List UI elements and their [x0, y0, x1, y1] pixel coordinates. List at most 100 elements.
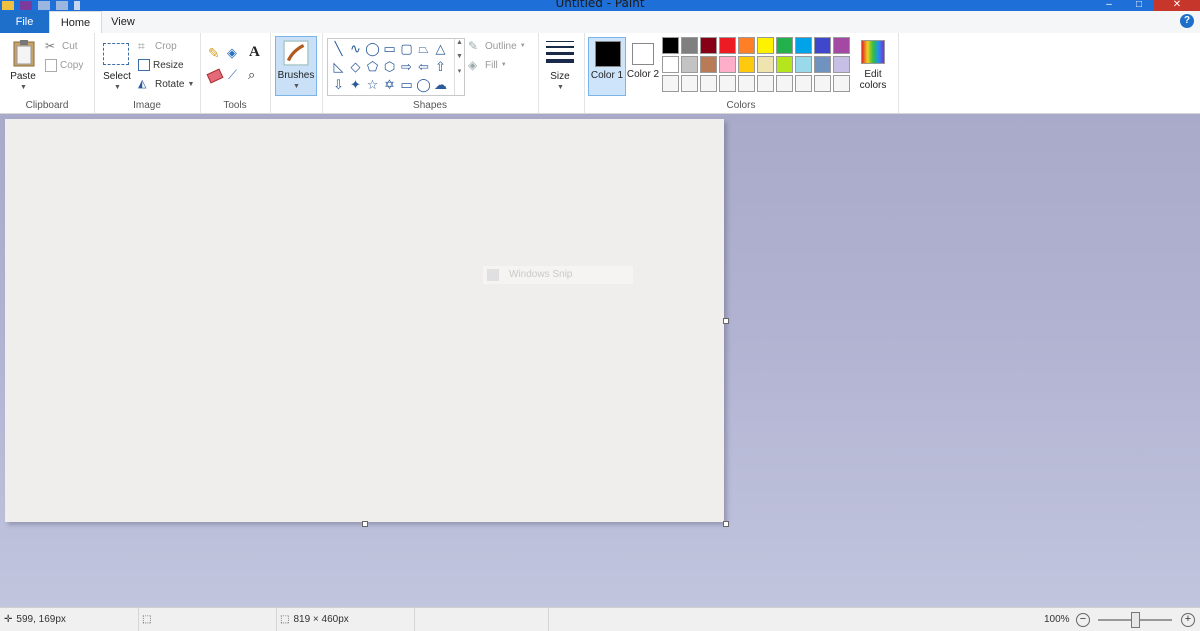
- resize-handle-right[interactable]: [723, 318, 729, 324]
- palette-swatch[interactable]: [662, 37, 679, 54]
- polygon-shape-icon[interactable]: ⏢: [415, 41, 432, 59]
- drawing-canvas[interactable]: Windows Snip: [5, 119, 724, 522]
- size-button[interactable]: Size ▼: [541, 36, 579, 94]
- outline-label: Outline: [485, 40, 517, 52]
- palette-swatch[interactable]: [833, 75, 850, 92]
- cut-button[interactable]: ✂ Cut: [45, 37, 78, 55]
- shapes-scroll[interactable]: ▲ ▼ ▾: [454, 39, 464, 95]
- crop-button[interactable]: ⌗ Crop: [138, 37, 177, 55]
- palette-swatch[interactable]: [776, 56, 793, 73]
- palette-swatch[interactable]: [814, 75, 831, 92]
- palette-swatch[interactable]: [738, 56, 755, 73]
- fill-button[interactable]: ◈ Fill ▼: [468, 56, 507, 74]
- resize-handle-corner[interactable]: [723, 521, 729, 527]
- rounded-callout-shape-icon[interactable]: ▭: [398, 77, 415, 95]
- palette-swatch[interactable]: [719, 37, 736, 54]
- palette-swatch[interactable]: [700, 75, 717, 92]
- edit-colors-button[interactable]: Edit colors: [855, 37, 891, 94]
- crop-label: Crop: [155, 40, 177, 52]
- diamond-shape-icon[interactable]: ◇: [347, 59, 364, 77]
- outline-dropdown-icon: ▼: [519, 43, 526, 49]
- fill-bucket-icon[interactable]: ◈: [227, 45, 237, 61]
- six-point-star-shape-icon[interactable]: ✡: [381, 77, 398, 95]
- palette-swatch[interactable]: [719, 75, 736, 92]
- color-picker-icon[interactable]: ⟋: [228, 67, 237, 83]
- five-point-star-shape-icon[interactable]: ☆: [364, 77, 381, 95]
- palette-swatch[interactable]: [833, 37, 850, 54]
- palette-swatch[interactable]: [757, 75, 774, 92]
- four-point-star-shape-icon[interactable]: ✦: [347, 77, 364, 95]
- magnifier-icon[interactable]: ⌕: [248, 67, 255, 83]
- select-dropdown-icon[interactable]: ▼: [114, 84, 121, 91]
- zoom-slider-thumb[interactable]: [1131, 612, 1140, 628]
- rounded-rectangle-shape-icon[interactable]: ▢: [398, 41, 415, 59]
- clipboard-group: Paste ▼ ✂ Cut Copy Clipboard: [0, 33, 95, 113]
- palette-swatch[interactable]: [814, 37, 831, 54]
- text-tool-icon[interactable]: A: [249, 44, 260, 61]
- maximize-button[interactable]: □: [1124, 0, 1154, 11]
- oval-callout-shape-icon[interactable]: ◯: [415, 77, 432, 95]
- close-button[interactable]: ✕: [1154, 0, 1200, 11]
- zoom-out-button[interactable]: −: [1076, 613, 1090, 627]
- palette-swatch[interactable]: [681, 56, 698, 73]
- color2-button[interactable]: Color 2: [626, 37, 660, 94]
- copy-button[interactable]: Copy: [45, 56, 83, 74]
- color1-button[interactable]: Color 1: [588, 37, 626, 96]
- right-triangle-shape-icon[interactable]: ◺: [330, 59, 347, 77]
- palette-swatch[interactable]: [662, 56, 679, 73]
- tools-group: ✎ ◈ A ⟋ ⌕ Tools: [200, 33, 271, 113]
- palette-swatch[interactable]: [719, 56, 736, 73]
- palette-swatch[interactable]: [757, 56, 774, 73]
- palette-swatch[interactable]: [776, 37, 793, 54]
- window-title: Untitled - Paint: [555, 0, 645, 10]
- rectangle-shape-icon[interactable]: ▭: [381, 41, 398, 59]
- cloud-callout-shape-icon[interactable]: ☁: [432, 77, 449, 95]
- zoom-in-button[interactable]: +: [1181, 613, 1195, 627]
- palette-swatch[interactable]: [681, 37, 698, 54]
- palette-swatch[interactable]: [776, 75, 793, 92]
- tab-view[interactable]: View: [100, 11, 146, 33]
- tab-home[interactable]: Home: [49, 11, 102, 35]
- fill-icon: ◈: [468, 58, 478, 72]
- palette-swatch[interactable]: [738, 75, 755, 92]
- palette-swatch[interactable]: [814, 56, 831, 73]
- eraser-icon[interactable]: [206, 68, 224, 84]
- triangle-shape-icon[interactable]: △: [432, 41, 449, 59]
- color2-label: Color 2: [626, 69, 660, 80]
- right-arrow-shape-icon[interactable]: ⇨: [398, 59, 415, 77]
- edit-colors-icon: [861, 40, 885, 64]
- palette-swatch[interactable]: [738, 37, 755, 54]
- palette-swatch[interactable]: [795, 75, 812, 92]
- resize-button[interactable]: Resize: [138, 56, 184, 74]
- help-icon[interactable]: ?: [1180, 14, 1194, 28]
- palette-swatch[interactable]: [662, 75, 679, 92]
- pencil-icon[interactable]: ✎: [208, 45, 220, 62]
- oval-shape-icon[interactable]: ◯: [364, 41, 381, 59]
- curve-shape-icon[interactable]: ∿: [347, 41, 364, 59]
- palette-swatch[interactable]: [833, 56, 850, 73]
- paste-button[interactable]: Paste ▼: [4, 36, 42, 94]
- palette-swatch[interactable]: [757, 37, 774, 54]
- left-arrow-shape-icon[interactable]: ⇦: [415, 59, 432, 77]
- pentagon-shape-icon[interactable]: ⬠: [364, 59, 381, 77]
- snip-icon: [487, 269, 499, 281]
- line-shape-icon[interactable]: ╲: [330, 41, 347, 59]
- shapes-gallery[interactable]: ╲ ∿ ◯ ▭ ▢ ⏢ △ ◺ ◇ ⬠ ⬡ ⇨ ⇦ ⇧ ⇩ ✦ ☆ ✡ ▭ ◯: [327, 38, 465, 96]
- up-arrow-shape-icon[interactable]: ⇧: [432, 59, 449, 77]
- minimize-button[interactable]: –: [1094, 0, 1124, 11]
- select-button[interactable]: Select ▼: [98, 36, 136, 94]
- palette-swatch[interactable]: [795, 37, 812, 54]
- palette-swatch[interactable]: [795, 56, 812, 73]
- palette-swatch[interactable]: [681, 75, 698, 92]
- resize-handle-bottom[interactable]: [362, 521, 368, 527]
- palette-swatch[interactable]: [700, 37, 717, 54]
- palette-swatch[interactable]: [700, 56, 717, 73]
- hexagon-shape-icon[interactable]: ⬡: [381, 59, 398, 77]
- outline-button[interactable]: ✎ Outline ▼: [468, 37, 526, 55]
- down-arrow-shape-icon[interactable]: ⇩: [330, 77, 347, 95]
- brush-icon: [283, 40, 309, 66]
- rotate-button[interactable]: ◭ Rotate ▼: [138, 75, 194, 93]
- tab-file[interactable]: File: [0, 11, 49, 33]
- paste-dropdown-icon[interactable]: ▼: [20, 84, 27, 91]
- brushes-button[interactable]: Brushes ▼: [275, 36, 317, 96]
